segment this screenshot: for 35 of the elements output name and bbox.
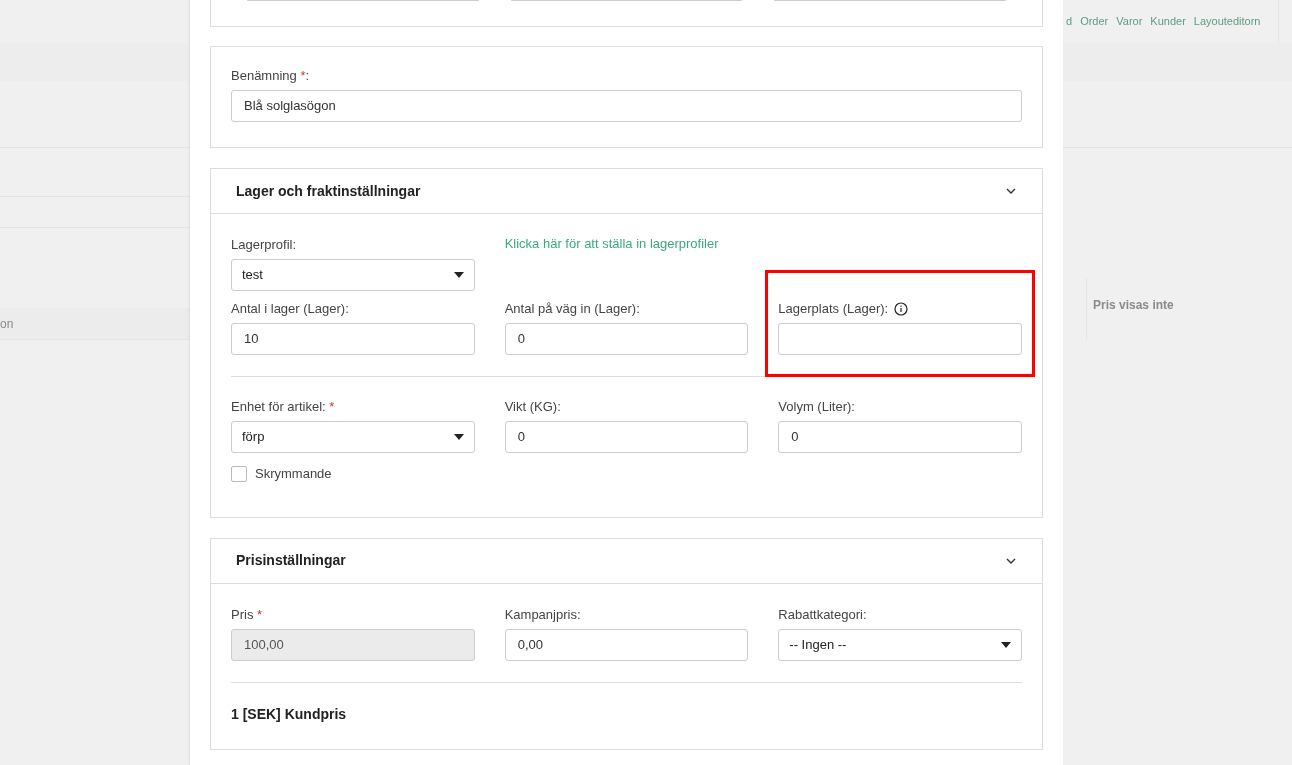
background-text: Pris visas inte [1093,298,1174,312]
field-label: Pris * [231,605,264,624]
field-label: Enhet för artikel: * [231,398,336,416]
field-label: Antal i lager (Lager): [231,300,350,318]
input-field[interactable]: 0,00 [504,628,749,661]
input-field[interactable]: 0 [504,421,749,453]
field-label: Antal på väg in (Lager): [504,300,641,318]
chevron-icon [1006,557,1016,564]
field-label: Volym (Liter): [778,398,856,416]
chevron-icon [1006,188,1016,194]
section-header[interactable]: Lager och fraktinställningar [211,169,1042,214]
field-label: Vikt (KG): [504,398,562,416]
field-label: Rabattkategori: [778,605,868,624]
select-field[interactable]: -- Ingen -- [778,628,1022,661]
select-field[interactable]: test [231,259,475,291]
section-header[interactable]: Prisinställningar [211,538,1042,584]
section-title: Lager och fraktinställningar [236,181,421,201]
field-label: Kampanjpris: [504,605,582,624]
info-icon[interactable] [894,302,909,316]
input-field[interactable]: 0 [504,323,749,355]
field-label: Lagerprofil: [231,236,298,254]
caret-icon [453,434,464,440]
section-title: Prisinställningar [236,551,346,570]
caret-icon [453,272,464,278]
input-field[interactable]: 10 [231,323,475,355]
field-label: Lagerplats (Lager): [778,300,1022,318]
background-text: on [0,315,14,333]
subsection-heading: 1 [SEK] Kundpris [231,704,348,724]
checkbox-label: Skrymmande [255,465,332,483]
input-field[interactable]: 0 [778,421,1022,453]
caret-icon [1001,641,1011,648]
input-field[interactable]: Blå solglasögon [231,90,1022,122]
checkbox[interactable] [231,465,247,482]
field-label: Benämning *: [231,67,311,85]
select-field[interactable]: förp [231,421,475,453]
